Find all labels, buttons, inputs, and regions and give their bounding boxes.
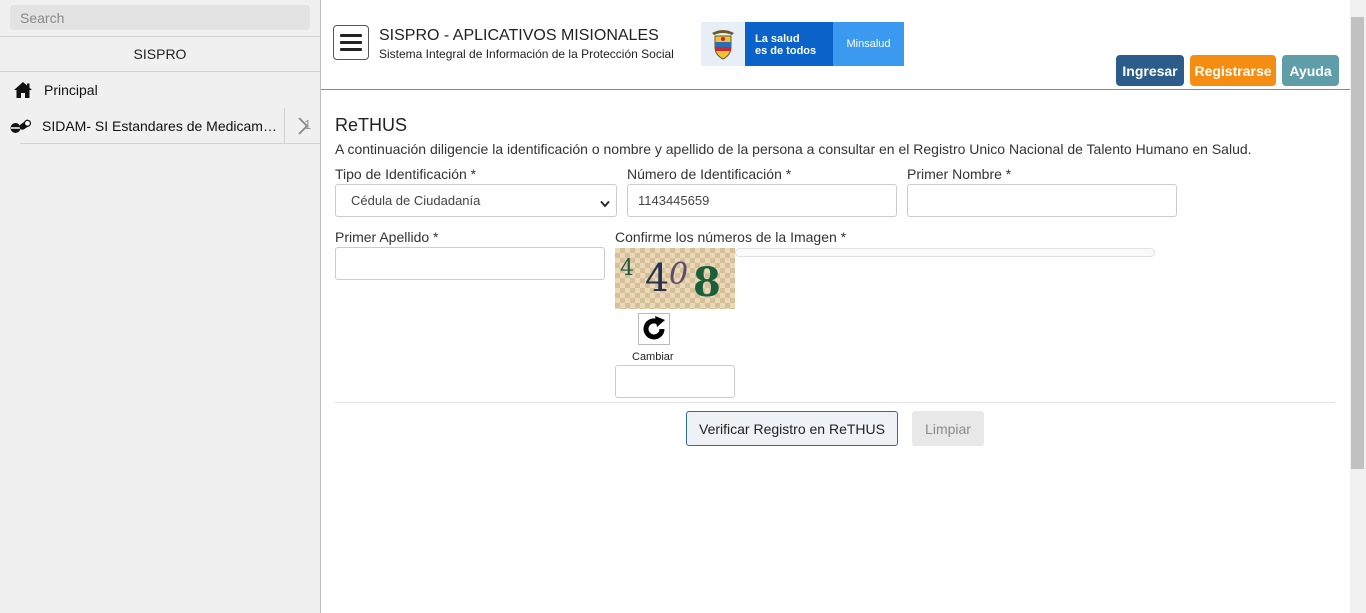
- tipo-identificacion-value: Cédula de Ciudadanía: [351, 193, 481, 208]
- home-icon: [12, 81, 34, 99]
- search-input[interactable]: [10, 5, 310, 30]
- registrarse-button[interactable]: Registrarse: [1190, 55, 1276, 86]
- numero-identificacion-label: Número de Identificación *: [627, 166, 792, 182]
- numero-identificacion-input[interactable]: [627, 184, 897, 217]
- search-container: [0, 0, 320, 37]
- limpiar-button[interactable]: Limpiar: [912, 411, 984, 446]
- captcha-digit: 8: [693, 259, 721, 306]
- logo-slogan: La salud es de todos: [745, 22, 833, 66]
- captcha-label: Confirme los números de la Imagen *: [615, 229, 847, 245]
- logo-slogan-line2: es de todos: [755, 45, 817, 57]
- hamburger-icon-bar: [340, 34, 362, 37]
- sidebar-item-principal[interactable]: Principal: [0, 72, 320, 108]
- ingresar-button[interactable]: Ingresar: [1116, 55, 1184, 86]
- count-badge: 1: [304, 117, 312, 132]
- captcha-audio-bar: [735, 248, 1155, 257]
- captcha-digit: 4: [620, 256, 634, 281]
- scrollbar-thumb[interactable]: [1351, 17, 1364, 469]
- ayuda-button[interactable]: Ayuda: [1282, 55, 1339, 86]
- primer-apellido-input[interactable]: [335, 247, 605, 280]
- captcha-image: 4 4 0 8: [615, 248, 735, 309]
- sidebar-item-sidam[interactable]: SIDAM- SI Estandares de Medicamentos 1: [10, 108, 320, 144]
- form-title: ReTHUS: [335, 115, 408, 135]
- cambiar-label: Cambiar: [632, 351, 674, 363]
- verificar-rethus-button[interactable]: Verificar Registro en ReTHUS: [686, 411, 898, 446]
- sidebar-item-label: SIDAM- SI Estandares de Medicamentos: [42, 117, 278, 134]
- hamburger-icon-bar: [340, 41, 362, 44]
- hamburger-menu-button[interactable]: [333, 25, 369, 60]
- form-description: A continuación diligencie la identificac…: [335, 141, 1252, 157]
- coat-of-arms-icon: [701, 22, 745, 66]
- logo-ministry-name: Minsalud: [833, 22, 904, 66]
- app-title: SISPRO - APLICATIVOS MISIONALES: [379, 27, 659, 44]
- app-subtitle: Sistema Integral de Información de la Pr…: [379, 47, 674, 61]
- sidebar: SISPRO Principal: [0, 0, 321, 613]
- sidebar-header: SISPRO: [0, 37, 320, 72]
- refresh-captcha-button[interactable]: [638, 313, 670, 345]
- tipo-identificacion-label: Tipo de Identificación *: [335, 166, 477, 182]
- tipo-identificacion-select[interactable]: Cédula de Ciudadanía: [335, 184, 617, 217]
- captcha-input[interactable]: [615, 365, 735, 398]
- sidebar-item-label: Principal: [44, 82, 98, 98]
- chevron-down-icon: [600, 196, 610, 211]
- captcha-digit: 4: [645, 256, 670, 300]
- app-root: SISPRO Principal: [0, 0, 1366, 613]
- captcha-digit: 0: [669, 257, 689, 292]
- refresh-icon: [643, 316, 665, 340]
- chevron-right-icon[interactable]: [284, 108, 320, 143]
- primer-nombre-input[interactable]: [907, 184, 1177, 217]
- primer-apellido-label: Primer Apellido *: [335, 229, 439, 245]
- pills-icon: [10, 118, 32, 134]
- top-header: SISPRO - APLICATIVOS MISIONALES Sistema …: [321, 0, 1350, 90]
- ministry-logo: La salud es de todos Minsalud: [701, 22, 904, 66]
- form-divider: [335, 402, 1335, 403]
- primer-nombre-label: Primer Nombre *: [907, 166, 1012, 182]
- hamburger-icon-bar: [340, 48, 362, 51]
- logo-slogan-line1: La salud: [755, 33, 800, 45]
